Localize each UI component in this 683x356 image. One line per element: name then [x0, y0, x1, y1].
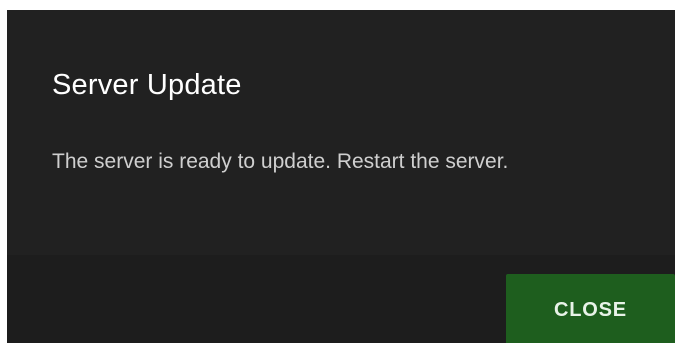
- close-button[interactable]: CLOSE: [506, 274, 675, 343]
- server-update-dialog: Server Update The server is ready to upd…: [7, 10, 675, 343]
- dialog-actions: CLOSE: [7, 255, 675, 343]
- dialog-title: Server Update: [52, 69, 242, 101]
- dialog-message: The server is ready to update. Restart t…: [52, 150, 509, 173]
- dialog-content: Server Update The server is ready to upd…: [7, 10, 675, 255]
